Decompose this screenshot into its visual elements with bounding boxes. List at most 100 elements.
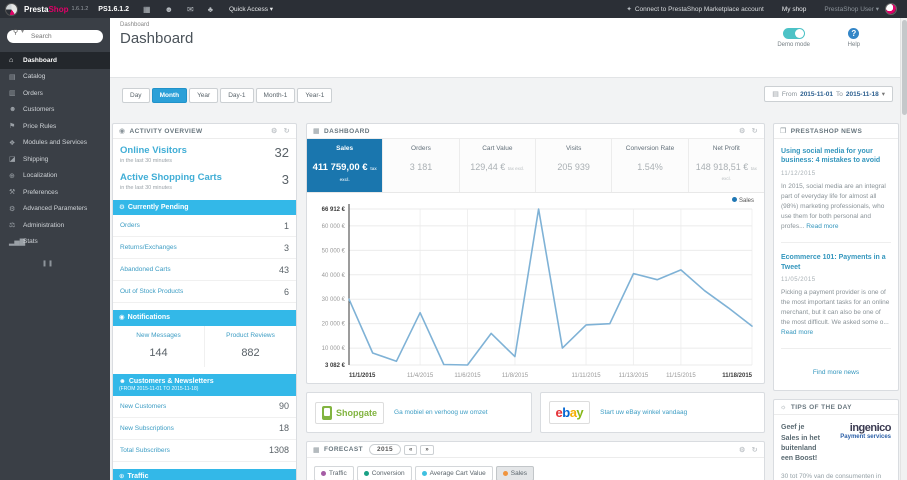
- refresh-icon[interactable]: ↻: [752, 127, 758, 135]
- shopgate-phone-icon: [322, 405, 332, 420]
- legend-label: Sales: [738, 198, 754, 204]
- demo-mode-toggle[interactable]: [782, 28, 805, 39]
- kpi-visits[interactable]: Visits 205 939: [536, 139, 613, 192]
- page-scrollbar[interactable]: [900, 18, 907, 480]
- forecast-prev-button[interactable]: «: [404, 444, 418, 455]
- breadcrumb[interactable]: Dashboard: [120, 22, 149, 28]
- kpi-cart-value[interactable]: Cart Value 129,44 € tax excl.: [460, 139, 536, 192]
- kpi-value: 205 939: [557, 162, 590, 172]
- new-customers-link[interactable]: New Customers: [120, 403, 166, 410]
- my-shop-link[interactable]: My shop: [782, 6, 807, 13]
- forecast-traffic-toggle[interactable]: Traffic: [314, 466, 354, 480]
- search-caret-icon[interactable]: ▾: [21, 28, 24, 35]
- avatar[interactable]: [885, 3, 897, 15]
- news-article-date: 11/12/2015: [781, 170, 816, 177]
- abandoned-carts-link[interactable]: Abandoned Carts: [120, 266, 171, 273]
- range-year-button[interactable]: Year: [189, 88, 219, 103]
- gear-icon[interactable]: ⚙: [271, 127, 278, 135]
- ebay-banner[interactable]: ebay Start uw eBay winkel vandaag: [539, 392, 765, 433]
- scrollbar-thumb[interactable]: [902, 20, 907, 115]
- help-label: Help: [847, 42, 860, 48]
- out-of-stock-link[interactable]: Out of Stock Products: [120, 288, 183, 295]
- online-visitors-label[interactable]: Online Visitors: [120, 145, 187, 156]
- kpi-sales[interactable]: Sales 411 759,00 € tax excl.: [307, 139, 384, 192]
- refresh-icon[interactable]: ↻: [752, 446, 758, 454]
- sidebar-item-preferences[interactable]: ⚒ Preferences: [0, 184, 110, 201]
- gear-icon[interactable]: ⚙: [739, 127, 746, 135]
- customers-newsletters-header: ☻ Customers & Newsletters (FROM 2015-11-01…: [113, 373, 296, 396]
- activity-overview-panel: ◉ ACTIVITY OVERVIEW ⚙ ↻ Online Visitors …: [112, 123, 297, 480]
- marketplace-link[interactable]: Connect to PrestaShop Marketplace accoun…: [635, 6, 764, 13]
- sidebar-item-modules[interactable]: ❖ Modules and Services: [0, 135, 110, 152]
- notifications-header: ◉ Notifications: [113, 310, 296, 326]
- news-article-title[interactable]: Using social media for your business: 4 …: [781, 147, 891, 166]
- shopgate-link[interactable]: Ga mobiel en verhoog uw omzet: [394, 409, 488, 416]
- sidebar-item-price-rules[interactable]: ⚑ Price Rules: [0, 118, 110, 135]
- chart-legend[interactable]: Sales: [731, 197, 754, 204]
- ebay-link[interactable]: Start uw eBay winkel vandaag: [600, 409, 687, 416]
- kpi-orders[interactable]: Orders 3 181: [383, 139, 460, 192]
- forecast-panel-header: ▦ FORECAST 2015 « » ⚙ ↻: [307, 442, 764, 458]
- sidebar-item-advanced-parameters[interactable]: ⚙ Advanced Parameters: [0, 201, 110, 218]
- quick-access-menu[interactable]: Quick Access ▾: [229, 5, 273, 13]
- returns-exchanges-link[interactable]: Returns/Exchanges: [120, 244, 177, 251]
- new-subscriptions-link[interactable]: New Subscriptions: [120, 425, 174, 432]
- traffic-dot-icon: [321, 471, 326, 476]
- pending-orders-link[interactable]: Orders: [120, 222, 140, 229]
- range-month-1-button[interactable]: Month-1: [255, 88, 296, 103]
- cart-icon[interactable]: ▦: [143, 5, 151, 14]
- active-carts-label[interactable]: Active Shopping Carts: [120, 172, 222, 183]
- svg-text:11/11/2015: 11/11/2015: [571, 373, 601, 379]
- sidebar-item-label: Catalog: [23, 73, 46, 81]
- range-month-button[interactable]: Month: [151, 88, 188, 103]
- conversion-dot-icon: [363, 471, 369, 476]
- person-icon[interactable]: ☻: [165, 5, 173, 14]
- find-more-news-link[interactable]: Find more news: [781, 359, 891, 382]
- total-subscribers-link[interactable]: Total Subscribers: [120, 447, 170, 454]
- tip-headline: Geef je Sales in het buitenland een Boos…: [781, 424, 820, 462]
- help-control: ? Help: [848, 28, 860, 48]
- forecast-sales-toggle[interactable]: Sales: [495, 466, 534, 480]
- help-icon[interactable]: ?: [848, 28, 860, 39]
- sales-chart-svg: 3 082 € 10 000 € 20 000 € 30 000 € 40 000 € 5…: [322, 204, 753, 379]
- refresh-icon[interactable]: ↻: [284, 127, 290, 135]
- customers-newsletters-range: (FROM 2015-11-01 TO 2015-11-18): [119, 386, 199, 393]
- svg-text:66 912 €: 66 912 €: [322, 207, 346, 213]
- sales-chart: Sales 3 082 € 10 000 € 20 000 € 30 000 € 40 …: [307, 193, 764, 383]
- excerpt-text: Picking a payment provider is one of the…: [781, 289, 890, 327]
- news-article-date: 11/05/2015: [781, 277, 816, 284]
- sidebar-item-stats[interactable]: ▂▅▇ Stats: [0, 234, 110, 251]
- pin-icon[interactable]: ♣: [208, 5, 213, 14]
- read-more-link[interactable]: Read more: [781, 329, 813, 336]
- forecast-next-button[interactable]: »: [420, 444, 434, 455]
- forecast-conversion-toggle[interactable]: Conversion: [356, 466, 412, 480]
- sidebar-item-catalog[interactable]: ▤ Catalog: [0, 69, 110, 86]
- range-day-button[interactable]: Day: [122, 88, 150, 103]
- gear-icon[interactable]: ⚙: [739, 446, 746, 454]
- range-day-1-button[interactable]: Day-1: [220, 88, 254, 103]
- forecast-avg-cart-toggle[interactable]: Average Cart Value: [414, 466, 493, 480]
- ebay-letter: b: [562, 405, 570, 420]
- kpi-net-profit[interactable]: Net Profit 148 918,51 € tax excl.: [689, 139, 764, 192]
- sidebar-item-dashboard[interactable]: ⌂ Dashboard: [0, 52, 110, 69]
- sidebar-item-administration[interactable]: ⚖ Administration: [0, 217, 110, 234]
- notifications-columns: New Messages 144 Product Reviews 882: [113, 325, 296, 367]
- product-reviews-link[interactable]: Product Reviews: [207, 332, 294, 339]
- range-year-1-button[interactable]: Year-1: [297, 88, 333, 103]
- read-more-link[interactable]: Read more: [806, 223, 838, 230]
- average-cart-dot-icon: [421, 471, 427, 476]
- pill-label: Average Cart Value: [429, 470, 486, 477]
- envelope-icon[interactable]: ✉: [187, 5, 194, 14]
- sidebar-collapse-button[interactable]: ❚❚: [42, 260, 110, 267]
- sidebar-item-shipping[interactable]: ◪ Shipping: [0, 151, 110, 168]
- sidebar-item-customers[interactable]: ☻ Customers: [0, 102, 110, 119]
- date-range-picker[interactable]: ▤ From 2015-11-01 To 2015-11-18 ▾: [764, 86, 893, 102]
- user-menu[interactable]: PrestaShop User ▾: [824, 5, 879, 13]
- sidebar-item-label: Localization: [23, 172, 58, 180]
- shopgate-banner[interactable]: Shopgate Ga mobiel en verhoog uw omzet: [306, 392, 532, 433]
- sidebar-item-localization[interactable]: ⊕ Localization: [0, 168, 110, 185]
- kpi-conversion-rate[interactable]: Conversion Rate 1.54%: [612, 139, 689, 192]
- sidebar-item-orders[interactable]: ▥ Orders: [0, 85, 110, 102]
- news-article-title[interactable]: Ecommerce 101: Payments in a Tweet: [781, 253, 891, 272]
- new-messages-link[interactable]: New Messages: [115, 332, 202, 339]
